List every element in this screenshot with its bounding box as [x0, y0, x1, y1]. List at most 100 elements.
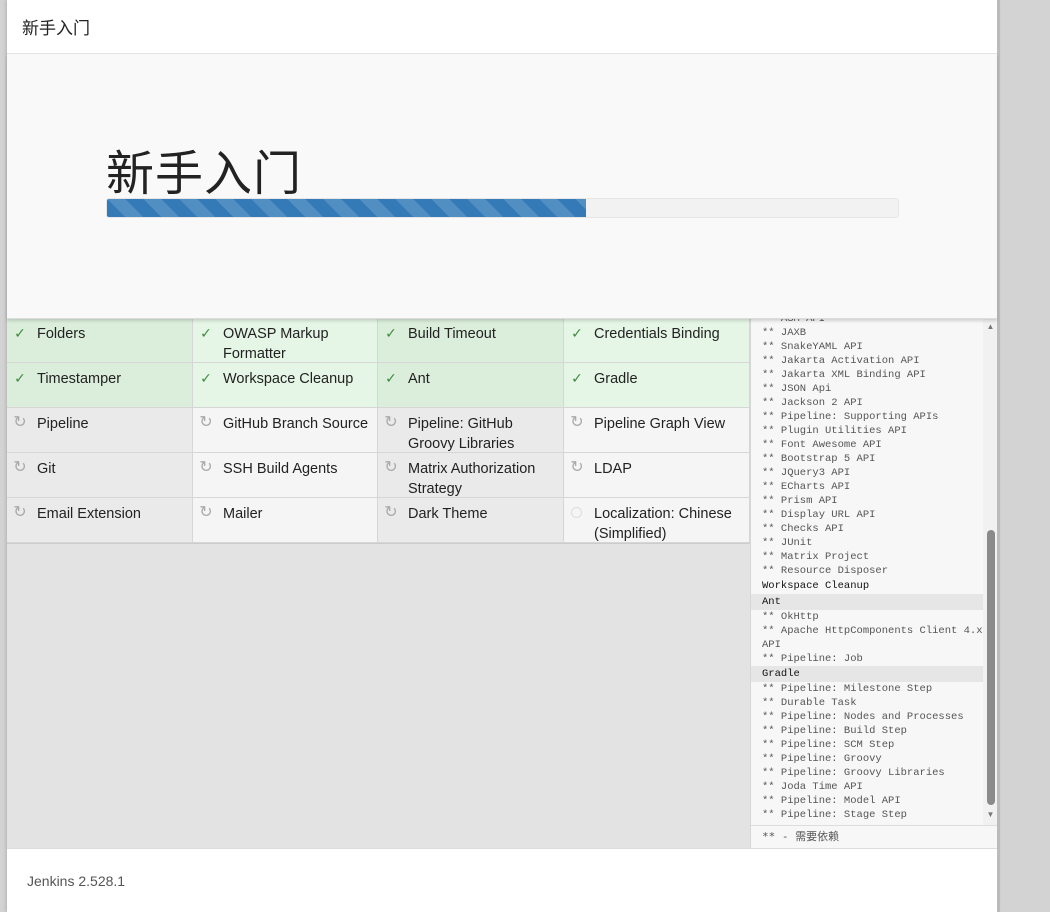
- refresh-icon: ↻: [570, 414, 584, 431]
- plugin-item: ↻ SSH Build Agents: [193, 453, 378, 498]
- log-dependency-line: ** Jackson 2 API: [762, 397, 863, 409]
- plugin-name: Folders: [37, 326, 86, 342]
- plugin-name: Timestamper: [37, 371, 122, 387]
- plugin-name: OWASP Markup Formatter: [223, 326, 329, 362]
- window-edge: [997, 0, 1000, 912]
- log-dependency-line: ** Pipeline: Nodes and Processes: [762, 711, 964, 723]
- log-dependency-line: ** Resource Disposer: [762, 565, 889, 577]
- plugin-name: Git: [37, 461, 56, 477]
- install-progress-bar: [106, 198, 899, 218]
- log-dependency-line: ** ECharts API: [762, 481, 851, 493]
- jenkins-version: Jenkins 2.528.1: [27, 872, 126, 889]
- log-dependency-line: ** Font Awesome API: [762, 439, 882, 451]
- log-dependency-line: ** Bootstrap 5 API: [762, 453, 876, 465]
- log-dependency-line: ** SnakeYAML API: [762, 341, 863, 353]
- log-dependency-line: ** Pipeline: Build Step: [762, 725, 907, 737]
- log-dependency-line: ** Display URL API: [762, 509, 876, 521]
- plugin-name: Gradle: [594, 371, 638, 387]
- log-dependency-line: ** Pipeline: Groovy Libraries: [762, 767, 945, 779]
- log-dependency-line: ** Pipeline: Model API: [762, 795, 901, 807]
- plugin-name: Email Extension: [37, 506, 141, 522]
- log-dependency-line: ** Checks API: [762, 523, 844, 535]
- hero-section: 新手入门: [7, 54, 997, 319]
- plugin-item: ✓ Folders: [7, 318, 193, 363]
- plugin-item: ✓ Ant: [378, 363, 564, 408]
- plugin-name: Dark Theme: [408, 506, 488, 522]
- plugin-item: ↻ Email Extension: [7, 498, 193, 543]
- plugin-item: ↻ Matrix Authorization Strategy: [378, 453, 564, 498]
- plugin-item: ↻ GitHub Branch Source: [193, 408, 378, 453]
- checkmark-icon: ✓: [14, 325, 26, 341]
- log-dependency-line: ** Pipeline: SCM Step: [762, 739, 895, 751]
- dialog-title: 新手入门: [7, 0, 997, 54]
- log-dependency-line: ** Jakarta Activation API: [762, 355, 920, 367]
- plugin-item: ↻ LDAP: [564, 453, 750, 498]
- log-dependency-line: ** ASM API: [762, 318, 826, 325]
- log-dependency-line: ** Durable Task: [762, 697, 857, 709]
- spinner-icon: ↻: [199, 504, 213, 521]
- log-dependency-line: ** JQuery3 API: [762, 467, 851, 479]
- install-log[interactable]: ** ASM API ** JAXB ** SnakeYAML API ** Jaka…: [751, 318, 983, 825]
- plugin-name: Pipeline: [37, 416, 89, 432]
- plugin-name: Localization: Chinese (Simplified): [594, 506, 732, 542]
- plugin-name: Pipeline: GitHub Groovy Libraries: [408, 416, 515, 452]
- log-dependency-line: ** Pipeline: Job: [762, 653, 863, 665]
- log-dependency-line: ** Pipeline: Stage Step: [762, 809, 907, 821]
- plugin-item: ↻ Pipeline: GitHub Groovy Libraries: [378, 408, 564, 453]
- spinner-icon: ↻: [570, 459, 584, 476]
- checkmark-icon: ✓: [385, 325, 397, 341]
- log-dependency-line: ** OkHttp: [762, 611, 819, 623]
- dialog-footer: Jenkins 2.528.1: [7, 848, 997, 912]
- plugin-item: Localization: Chinese (Simplified): [564, 498, 750, 543]
- plugin-name: SSH Build Agents: [223, 461, 338, 477]
- log-dependency-line: ** Prism API: [762, 495, 838, 507]
- refresh-icon: ↻: [13, 504, 27, 521]
- log-dependency-line: ** JUnit: [762, 537, 813, 549]
- checkmark-icon: ✓: [571, 325, 583, 341]
- checkmark-icon: ✓: [571, 370, 583, 386]
- log-scrollbar[interactable]: ▲ ▼: [983, 318, 998, 825]
- plugin-name: Ant: [408, 371, 430, 387]
- refresh-icon: ↻: [384, 504, 398, 521]
- install-log-lines: ** ASM API ** JAXB ** SnakeYAML API ** Jaka…: [751, 318, 983, 822]
- log-dependency-line: ** JSON Api: [762, 383, 832, 395]
- plugin-item: ✓ Timestamper: [7, 363, 193, 408]
- plugin-item: ↻ Mailer: [193, 498, 378, 543]
- scroll-up-icon[interactable]: ▲: [983, 320, 998, 334]
- plugin-name: Matrix Authorization Strategy: [408, 461, 536, 497]
- plugin-name: GitHub Branch Source: [223, 416, 369, 432]
- plugin-name: Mailer: [223, 506, 263, 522]
- log-dependency-line: ** Jakarta XML Binding API: [762, 369, 926, 381]
- log-dependency-line: ** Pipeline: Supporting APIs: [762, 411, 939, 423]
- log-plugin-line: Workspace Cleanup: [762, 580, 870, 592]
- log-plugin-line: Gradle: [751, 666, 983, 682]
- refresh-icon: ↻: [384, 414, 398, 431]
- refresh-icon: ↻: [199, 414, 213, 431]
- plugin-name: LDAP: [594, 461, 632, 477]
- refresh-icon: ↻: [199, 459, 213, 476]
- plugin-item: ✓ Credentials Binding: [564, 318, 750, 363]
- empty-circle-icon: [570, 504, 584, 522]
- checkmark-icon: ✓: [14, 370, 26, 386]
- checkmark-icon: ✓: [385, 370, 397, 386]
- log-dependency-line: ** JAXB: [762, 327, 807, 339]
- install-content: ✓ Folders ✓ OWASP Markup Formatter ✓ Build Ti…: [7, 318, 998, 848]
- plugin-item: ✓ Gradle: [564, 363, 750, 408]
- plugin-item: ✓ Build Timeout: [378, 318, 564, 363]
- plugin-item: ↻ Dark Theme: [378, 498, 564, 543]
- scrollbar-thumb[interactable]: [987, 530, 995, 805]
- checkmark-icon: ✓: [200, 370, 212, 386]
- plugin-name: Build Timeout: [408, 326, 496, 342]
- refresh-icon: ↻: [384, 459, 398, 476]
- log-dependency-line: ** Pipeline: Groovy: [762, 753, 882, 765]
- scroll-down-icon[interactable]: ▼: [983, 808, 998, 822]
- refresh-icon: ↻: [13, 414, 27, 431]
- plugin-item: ✓ OWASP Markup Formatter: [193, 318, 378, 363]
- refresh-icon: ↻: [13, 459, 27, 476]
- log-dependency-line: ** Joda Time API: [762, 781, 863, 793]
- install-progress-fill: [107, 199, 587, 217]
- dependency-legend: ** - 需要依赖: [751, 825, 998, 848]
- install-log-panel: ** ASM API ** JAXB ** SnakeYAML API ** Jaka…: [750, 318, 998, 848]
- plugin-name: Credentials Binding: [594, 326, 720, 342]
- checkmark-icon: ✓: [200, 325, 212, 341]
